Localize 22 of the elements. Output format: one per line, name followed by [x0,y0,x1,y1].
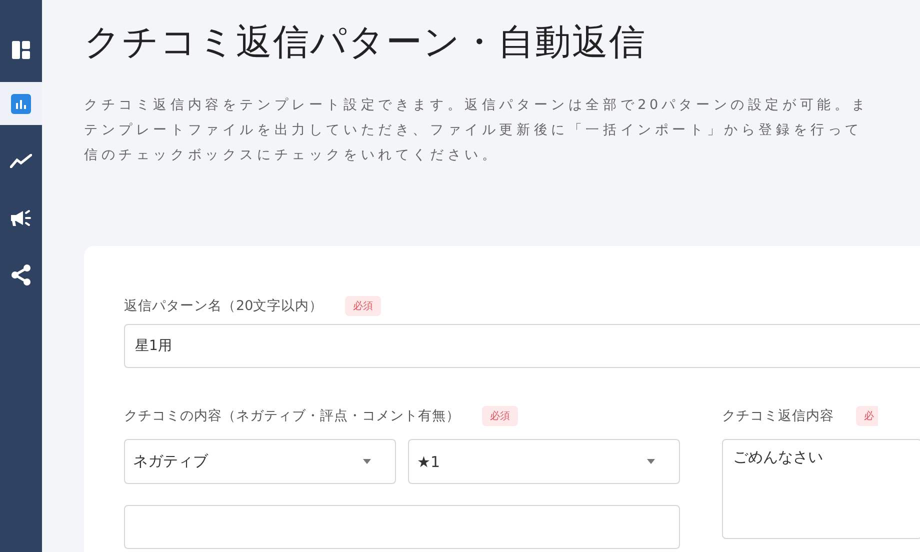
page-title: クチコミ返信パターン・自動返信 [84,21,647,65]
description-line: 信のチェックボックスにチェックをいれてください。 [84,146,500,165]
required-badge: 必須 [345,296,382,316]
description-line: クチコミ返信内容をテンプレート設定できます。返信パターンは全部で20パターンの設定が可能。ま [84,96,870,115]
bar-chart-icon [11,94,31,114]
required-badge: 必 [856,406,878,426]
required-badge: 必須 [482,406,518,426]
text-area[interactable]: ごめんなさい [722,439,920,539]
field-label: 返信パターン名（20文字以内） [124,297,324,315]
megaphone-icon [10,208,32,226]
dashboard-icon [11,40,31,60]
field-label: クチコミの内容（ネガティブ・評点・コメント有無） [124,407,460,425]
caret-icon [647,459,655,464]
select-dropdown[interactable]: ネガティブ [124,439,396,484]
caret-icon [363,459,371,464]
description-line: テンプレートファイルを出力していただき、ファイル更新後に「一括インポート」から登録を行って [84,121,864,140]
input-field[interactable] [124,505,680,549]
input-field[interactable]: 星1用 [124,324,920,368]
trend-line-icon [10,154,32,168]
share-icon [11,264,31,286]
field-label: クチコミ返信内容 [722,407,834,425]
select-dropdown[interactable]: ★1 [408,439,680,484]
